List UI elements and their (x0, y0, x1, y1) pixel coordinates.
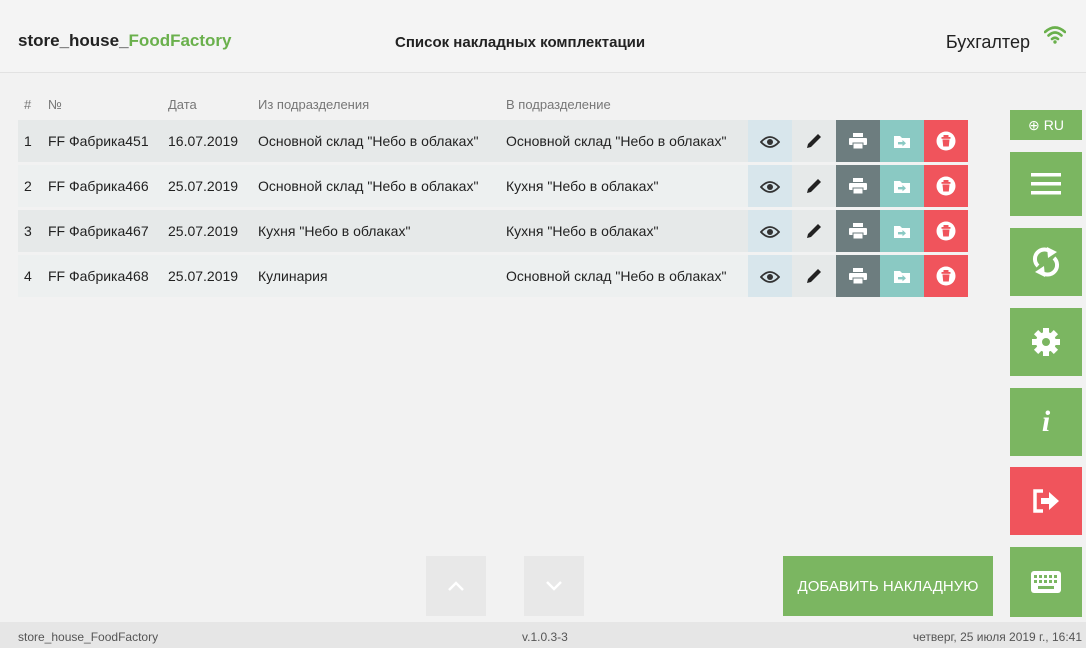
menu-icon (1031, 173, 1061, 195)
col-header-date: Дата (168, 96, 197, 112)
eye-icon (760, 136, 780, 149)
language-button[interactable]: ⊕ RU (1010, 110, 1082, 140)
row-index: 3 (18, 210, 42, 255)
status-bar: store_house_FoodFactory v.1.0.3-3 четвер… (0, 622, 1086, 648)
page-up-button[interactable] (426, 556, 486, 616)
status-app-name: store_house_FoodFactory (18, 630, 159, 644)
delete-button[interactable] (924, 120, 968, 165)
delete-button[interactable] (924, 210, 968, 255)
printer-icon (849, 223, 867, 240)
row-doc-number: FF Фабрика468 (42, 255, 162, 300)
keyboard-icon (1031, 571, 1061, 593)
folder-move-icon (894, 271, 910, 284)
logout-icon (1033, 489, 1059, 513)
pencil-icon (807, 224, 821, 239)
menu-button[interactable] (1010, 152, 1082, 216)
col-header-to: В подразделение (506, 96, 611, 112)
gear-icon (1032, 328, 1060, 356)
folder-move-icon (894, 136, 910, 149)
row-date: 25.07.2019 (162, 210, 252, 255)
print-button[interactable] (836, 120, 880, 165)
table-row[interactable]: 3 FF Фабрика467 25.07.2019 Кухня "Небо в об… (18, 210, 968, 255)
row-to-department: Основной склад "Небо в облаках" (500, 255, 748, 300)
trash-icon (936, 266, 956, 286)
row-from-department: Кулинария (252, 255, 500, 300)
print-button[interactable] (836, 210, 880, 255)
pencil-icon (807, 134, 821, 149)
row-from-department: Кухня "Небо в облаках" (252, 210, 500, 255)
user-role: Бухгалтер (945, 32, 1030, 52)
globe-icon: ⊕ (1028, 116, 1040, 133)
row-from-department: Основной склад "Небо в облаках" (252, 165, 500, 210)
page-down-button[interactable] (524, 556, 584, 616)
info-icon: i (1041, 405, 1051, 438)
row-doc-number: FF Фабрика466 (42, 165, 162, 210)
col-header-number: № (48, 96, 62, 112)
status-version: v.1.0.3-3 (522, 630, 568, 644)
keyboard-button[interactable] (1010, 547, 1082, 617)
printer-icon (849, 178, 867, 195)
delete-button[interactable] (924, 255, 968, 300)
table-row[interactable]: 2 FF Фабрика466 25.07.2019 Основной склад "… (18, 165, 968, 210)
eye-icon (760, 181, 780, 194)
edit-button[interactable] (792, 255, 836, 300)
view-button[interactable] (748, 120, 792, 165)
trash-icon (936, 131, 956, 151)
app-header: store_house_FoodFactory Список накладных… (0, 0, 1086, 73)
pencil-icon (807, 269, 821, 284)
wifi-icon (1043, 26, 1067, 49)
row-to-department: Кухня "Небо в облаках" (500, 210, 748, 255)
info-button[interactable]: i (1010, 388, 1082, 456)
row-date: 25.07.2019 (162, 165, 252, 210)
row-date: 16.07.2019 (162, 120, 252, 165)
invoice-table: # № Дата Из подразделения В подразделени… (18, 88, 968, 300)
move-button[interactable] (880, 120, 924, 165)
move-button[interactable] (880, 165, 924, 210)
delete-button[interactable] (924, 165, 968, 210)
status-datetime: четверг, 25 июля 2019 г., 16:41 (912, 630, 1082, 644)
row-index: 2 (18, 165, 42, 210)
chevron-down-icon (546, 581, 562, 591)
edit-button[interactable] (792, 120, 836, 165)
brand-title: store_house_FoodFactory (18, 31, 232, 50)
print-button[interactable] (836, 165, 880, 210)
edit-button[interactable] (792, 210, 836, 255)
row-to-department: Основной склад "Небо в облаках" (500, 120, 748, 165)
row-doc-number: FF Фабрика467 (42, 210, 162, 255)
view-button[interactable] (748, 165, 792, 210)
sync-button[interactable] (1010, 228, 1082, 296)
edit-button[interactable] (792, 165, 836, 210)
view-button[interactable] (748, 255, 792, 300)
printer-icon (849, 268, 867, 285)
row-from-department: Основной склад "Небо в облаках" (252, 120, 500, 165)
row-date: 25.07.2019 (162, 255, 252, 300)
row-index: 4 (18, 255, 42, 300)
col-header-from: Из подразделения (258, 96, 370, 112)
folder-move-icon (894, 226, 910, 239)
folder-move-icon (894, 181, 910, 194)
table-row[interactable]: 1 FF Фабрика451 16.07.2019 Основной склад "… (18, 120, 968, 165)
eye-icon (760, 226, 780, 239)
printer-icon (849, 133, 867, 150)
chevron-up-icon (448, 581, 464, 591)
page-title: Список накладных комплектации (395, 34, 646, 51)
view-button[interactable] (748, 210, 792, 255)
settings-button[interactable] (1010, 308, 1082, 376)
pencil-icon (807, 179, 821, 194)
trash-icon (936, 176, 956, 196)
move-button[interactable] (880, 210, 924, 255)
sync-icon (1032, 247, 1060, 277)
row-index: 1 (18, 120, 42, 165)
trash-icon (936, 221, 956, 241)
table-row[interactable]: 4 FF Фабрика468 25.07.2019 Кулинария Основно… (18, 255, 968, 300)
table-header-row: # № Дата Из подразделения В подразделени… (18, 88, 968, 120)
row-doc-number: FF Фабрика451 (42, 120, 162, 165)
eye-icon (760, 271, 780, 284)
row-to-department: Кухня "Небо в облаках" (500, 165, 748, 210)
logout-button[interactable] (1010, 467, 1082, 535)
add-invoice-button[interactable]: ДОБАВИТЬ НАКЛАДНУЮ (783, 556, 993, 616)
print-button[interactable] (836, 255, 880, 300)
col-header-index: # (24, 96, 32, 112)
move-button[interactable] (880, 255, 924, 300)
